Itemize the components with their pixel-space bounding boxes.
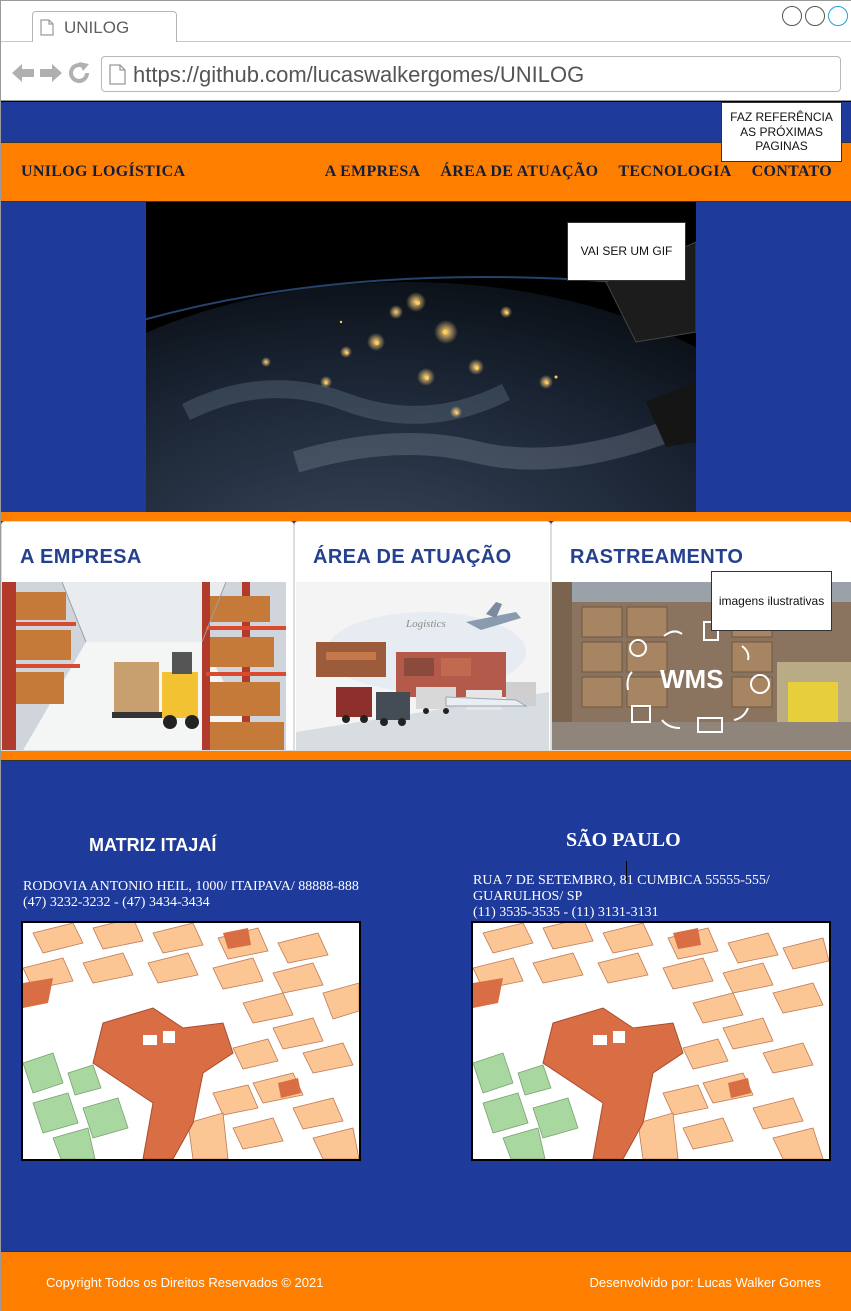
address-line: RUA 7 DE SETEMBRO, 81 CUMBICA 55555-555/: [473, 873, 770, 888]
nav-link-area-atuacao[interactable]: ÁREA DE ATUAÇÃO: [440, 163, 598, 181]
phone-line: (11) 3535-3535 - (11) 3131-3131: [473, 905, 659, 920]
address-row: https://github.com/lucaswalkergomes/UNIL…: [1, 42, 851, 101]
nav-link-empresa[interactable]: A EMPRESA: [325, 163, 421, 181]
logistics-watermark: Logistics: [405, 618, 446, 630]
card-rastreamento[interactable]: RASTREAMENTO WMS: [551, 521, 851, 751]
phone-line: (47) 3232-3232 - (47) 3434-3434: [23, 895, 210, 910]
location-title-sao-paulo: SÃO PAULO: [566, 829, 681, 851]
text-cursor: [626, 861, 627, 881]
tab-strip: UNILOG: [1, 1, 851, 43]
card-title: ÁREA DE ATUAÇÃO: [313, 546, 512, 568]
warehouse-image: [2, 582, 286, 750]
nav-link-contato[interactable]: CONTATO: [752, 163, 832, 181]
footer-copyright: Copyright Todos os Direitos Reservados ©…: [46, 1275, 324, 1290]
forward-arrow-icon[interactable]: [39, 62, 63, 84]
annotation-note: FAZ REFERÊNCIA AS PRÓXIMAS PAGINAS: [721, 102, 842, 162]
services-section: A EMPRESA ÁREA DE ATUAÇÃO Logistics RAST…: [1, 521, 851, 751]
location-address-itajai: RODOVIA ANTONIO HEIL, 1000/ ITAIPAVA/ 88…: [23, 879, 393, 911]
map-sao-paulo[interactable]: [471, 921, 831, 1161]
window-controls: [782, 6, 848, 26]
reload-icon[interactable]: [67, 62, 91, 84]
hero-section: [1, 202, 851, 512]
back-arrow-icon[interactable]: [11, 62, 35, 84]
logistics-collage-image: Logistics: [296, 582, 549, 750]
card-area-atuacao[interactable]: ÁREA DE ATUAÇÃO Logistics: [294, 521, 551, 751]
address-line: GUARULHOS/ SP: [473, 889, 583, 904]
navigation-buttons: [11, 62, 91, 84]
restore-button[interactable]: [805, 6, 825, 26]
page-icon: [109, 64, 126, 85]
location-title-itajai: MATRIZ ITAJAÍ: [89, 835, 217, 855]
annotation-note: VAI SER UM GIF: [567, 222, 686, 281]
address-bar[interactable]: https://github.com/lucaswalkergomes/UNIL…: [101, 56, 841, 92]
wms-label: WMS: [660, 664, 724, 694]
nav-link-tecnologia[interactable]: TECNOLOGIA: [618, 163, 731, 181]
locations-section: MATRIZ ITAJAÍ RODOVIA ANTONIO HEIL, 1000…: [1, 761, 851, 1251]
close-button[interactable]: [828, 6, 848, 26]
footer-credit: Desenvolvido por: Lucas Walker Gomes: [589, 1275, 821, 1290]
minimize-button[interactable]: [782, 6, 802, 26]
url-text: https://github.com/lucaswalkergomes/UNIL…: [133, 62, 585, 87]
annotation-note: imagens ilustrativas: [711, 571, 832, 631]
site-brand[interactable]: UNILOG LOGÍSTICA: [21, 163, 185, 181]
site-footer: Copyright Todos os Direitos Reservados ©…: [1, 1251, 851, 1311]
page-icon: [40, 19, 54, 36]
map-itajai[interactable]: [21, 921, 361, 1161]
section-divider: [1, 751, 851, 761]
address-line: RODOVIA ANTONIO HEIL, 1000/ ITAIPAVA/ 88…: [23, 879, 359, 894]
browser-window: UNILOG https://github.com/lucaswalkergom…: [0, 0, 851, 1311]
nav-links: A EMPRESA ÁREA DE ATUAÇÃO TECNOLOGIA CON…: [325, 163, 832, 181]
location-address-sao-paulo: RUA 7 DE SETEMBRO, 81 CUMBICA 55555-555/…: [473, 873, 813, 921]
tab-title: UNILOG: [64, 18, 130, 37]
card-title: RASTREAMENTO: [570, 546, 744, 568]
browser-tab[interactable]: UNILOG: [32, 11, 177, 43]
card-title: A EMPRESA: [20, 546, 142, 568]
card-empresa[interactable]: A EMPRESA: [1, 521, 294, 751]
